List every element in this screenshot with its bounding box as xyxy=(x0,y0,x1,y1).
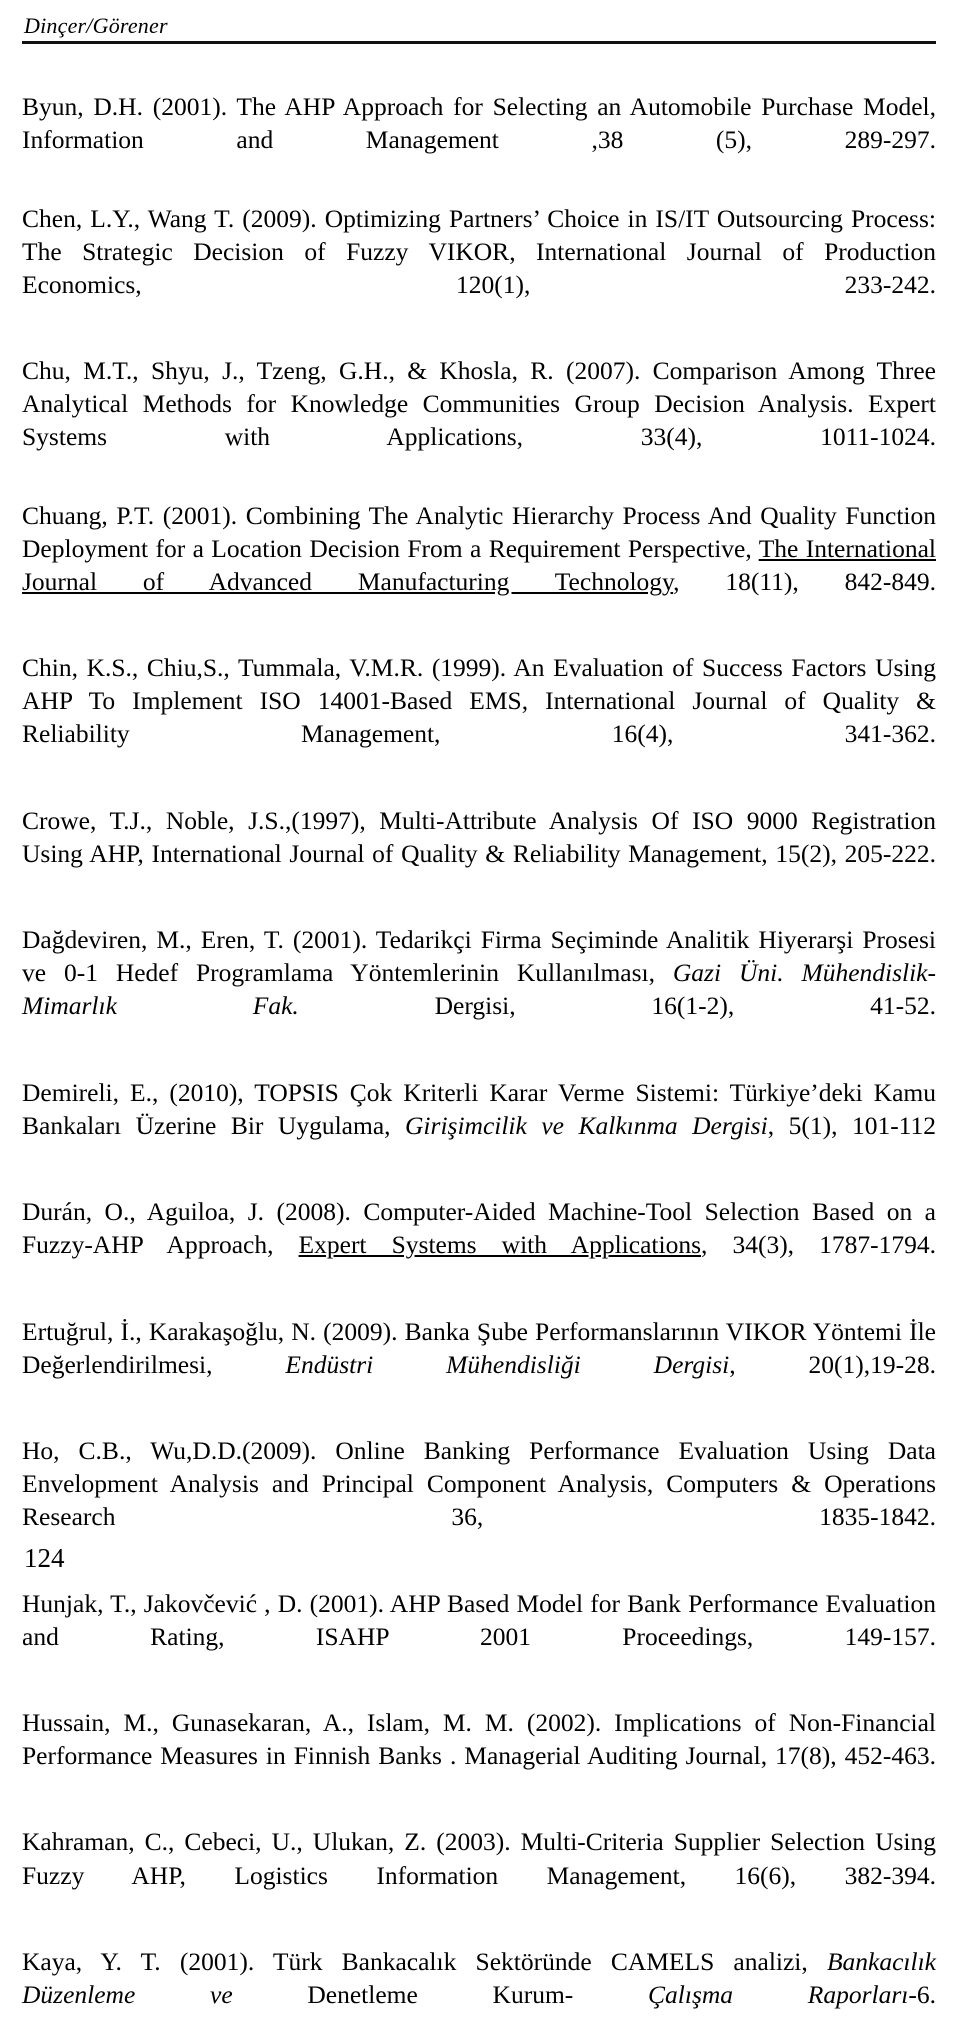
reference-entry: Hunjak, T., Jakovčević , D. (2001). AHP … xyxy=(22,1587,936,1686)
reference-text: , 34(3), 1787-1794. xyxy=(701,1230,936,1260)
reference-italic-text: Çalışma Raporları xyxy=(648,1979,909,2009)
reference-list: Byun, D.H. (2001). The AHP Approach for … xyxy=(22,90,936,2044)
reference-entry: Hussain, M., Gunasekaran, A., Islam, M. … xyxy=(22,1706,936,1805)
reference-text: Hunjak, T., Jakovčević , D. (2001). AHP … xyxy=(22,1588,936,1651)
reference-text: Denetleme Kurum- xyxy=(232,1979,649,2009)
reference-text: Chin, K.S., Chiu,S., Tummala, V.M.R. (19… xyxy=(22,653,936,749)
header-rule xyxy=(22,41,936,45)
reference-text: Chen, L.Y., Wang T. (2009). Optimizing P… xyxy=(22,203,936,299)
reference-text: Kaya, Y. T. (2001). Türk Bankacalık Sekt… xyxy=(22,1946,827,1976)
reference-text: Byun, D.H. (2001). The AHP Approach for … xyxy=(22,92,936,155)
running-head: Dinçer/Görener xyxy=(24,13,168,38)
page-number: 124 xyxy=(24,1543,65,1573)
reference-text: , 20(1),19-28. xyxy=(729,1349,936,1379)
reference-text: Dergisi, 16(1-2), 41-52. xyxy=(298,991,936,1021)
reference-entry: Chu, M.T., Shyu, J., Tzeng, G.H., & Khos… xyxy=(22,354,936,487)
reference-text: -6. xyxy=(908,1979,936,2009)
reference-entry: Ho, C.B., Wu,D.D.(2009). Online Banking … xyxy=(22,1434,936,1567)
reference-text: Crowe, T.J., Noble, J.S.,(1997), Multi-A… xyxy=(22,805,936,868)
reference-text: Kahraman, C., Cebeci, U., Ulukan, Z. (20… xyxy=(22,1827,936,1890)
reference-entry: Kahraman, C., Cebeci, U., Ulukan, Z. (20… xyxy=(22,1825,936,1924)
reference-italic-text: Girişimcilik ve Kalkınma Dergisi xyxy=(405,1110,768,1140)
reference-text: , 18(11), 842-849. xyxy=(673,566,936,596)
reference-entry: Ertuğrul, İ., Karakaşoğlu, N. (2009). Ba… xyxy=(22,1315,936,1414)
document-page: Dinçer/Görener Byun, D.H. (2001). The AH… xyxy=(0,0,960,2009)
reference-entry: Dağdeviren, M., Eren, T. (2001). Tedarik… xyxy=(22,923,936,1056)
reference-entry: Chin, K.S., Chiu,S., Tummala, V.M.R. (19… xyxy=(22,651,936,784)
reference-text: , 5(1), 101-112 xyxy=(767,1110,936,1140)
reference-underline-text: Expert Systems with Applications xyxy=(298,1230,701,1260)
reference-text: Chu, M.T., Shyu, J., Tzeng, G.H., & Khos… xyxy=(22,356,936,452)
reference-text: Hussain, M., Gunasekaran, A., Islam, M. … xyxy=(22,1708,936,1771)
reference-entry: Durán, O., Aguiloa, J. (2008). Computer-… xyxy=(22,1195,936,1294)
reference-entry: Crowe, T.J., Noble, J.S.,(1997), Multi-A… xyxy=(22,804,936,903)
reference-text: Ho, C.B., Wu,D.D.(2009). Online Banking … xyxy=(22,1436,936,1532)
reference-italic-text: Endüstri Mühendisliği Dergisi xyxy=(285,1349,730,1379)
reference-entry: Chuang, P.T. (2001). Combining The Analy… xyxy=(22,499,936,632)
reference-entry: Kaya, Y. T. (2001). Türk Bankacalık Sekt… xyxy=(22,1945,936,2044)
reference-entry: Byun, D.H. (2001). The AHP Approach for … xyxy=(22,90,936,189)
reference-entry: Demireli, E., (2010), TOPSIS Çok Kriterl… xyxy=(22,1076,936,1175)
reference-entry: Chen, L.Y., Wang T. (2009). Optimizing P… xyxy=(22,202,936,335)
